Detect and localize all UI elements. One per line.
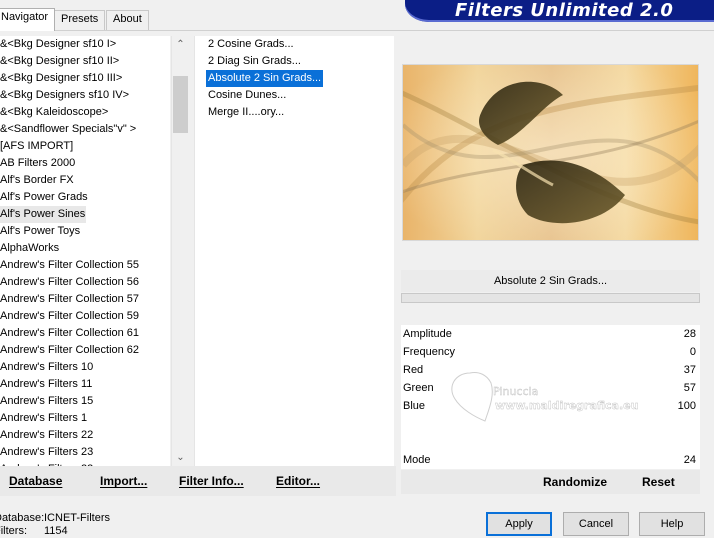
param-row-mode[interactable]: Mode 24 (401, 451, 700, 469)
param-value: 0 (689, 346, 696, 358)
param-label: Amplitude (403, 328, 452, 340)
database-status-value: ICNET-Filters (44, 512, 110, 524)
category-item[interactable]: Andrew's Filter Collection 61 (0, 325, 170, 342)
filter-info-button[interactable]: Filter Info... (179, 474, 244, 488)
category-item[interactable]: Alf's Power Toys (0, 223, 170, 240)
category-item[interactable]: Andrew's Filters 1 (0, 410, 170, 427)
category-item[interactable]: Alf's Power Grads (0, 189, 170, 206)
param-row-blue[interactable]: Blue 100 (401, 397, 700, 415)
category-item[interactable]: &<Sandflower Specials"v" > (0, 121, 170, 138)
param-value: 57 (683, 382, 696, 394)
category-item[interactable]: AB Filters 2000 (0, 155, 170, 172)
title-banner: Filters Unlimited 2.0 (405, 0, 714, 22)
right-button-bar: Randomize Reset (401, 470, 700, 494)
scroll-up-icon[interactable]: ⌃ (172, 36, 189, 53)
category-item[interactable]: [AFS IMPORT] (0, 138, 170, 155)
category-item[interactable]: Alf's Power Sines (0, 206, 86, 223)
filter-item[interactable]: 2 Cosine Grads... (206, 36, 296, 53)
category-item[interactable]: Andrew's Filter Collection 62 (0, 342, 170, 359)
category-item[interactable]: AlphaWorks (0, 240, 170, 257)
tab-bar: Navigator Presets About (0, 0, 400, 31)
param-label: Blue (403, 400, 426, 412)
param-value: 24 (683, 454, 696, 466)
reset-button[interactable]: Reset (642, 475, 675, 489)
category-item[interactable]: Andrew's Filters 22 (0, 427, 170, 444)
param-row-frequency[interactable]: Frequency 0 (401, 343, 700, 361)
param-row-empty (401, 433, 700, 451)
param-label: Green (403, 382, 434, 394)
param-value: 28 (683, 328, 696, 340)
tab-label: Presets (61, 13, 99, 25)
param-value: 37 (683, 364, 696, 376)
scroll-down-icon[interactable]: ⌄ (172, 449, 189, 466)
category-item[interactable]: &<Bkg Designer sf10 II> (0, 53, 170, 70)
filter-item[interactable]: Absolute 2 Sin Grads... (206, 70, 324, 87)
category-item[interactable]: Andrew's Filter Collection 57 (0, 291, 170, 308)
filter-name-display: Absolute 2 Sin Grads... (401, 270, 700, 292)
category-item[interactable]: &<Bkg Kaleidoscope> (0, 104, 170, 121)
help-button[interactable]: Help (639, 512, 705, 536)
tab-navigator[interactable]: Navigator (0, 8, 56, 31)
param-row-empty (401, 415, 700, 433)
database-button[interactable]: Database (9, 474, 62, 488)
category-item[interactable]: Andrew's Filters 11 (0, 376, 170, 393)
param-label: Mode (403, 454, 431, 466)
tab-about[interactable]: About (106, 10, 149, 30)
category-item[interactable]: Andrew's Filters 23 (0, 444, 170, 461)
category-item[interactable]: &<Bkg Designer sf10 III> (0, 70, 170, 87)
category-item[interactable]: Andrew's Filters 10 (0, 359, 170, 376)
filter-list[interactable]: 2 Cosine Grads... 2 Diag Sin Grads... Abso… (194, 36, 394, 466)
param-row-amplitude[interactable]: Amplitude 28 (401, 325, 700, 343)
filter-item[interactable]: Merge II....ory... (206, 104, 286, 121)
tab-label: Navigator (1, 11, 49, 23)
apply-button[interactable]: Apply (486, 512, 552, 536)
scrollbar-thumb[interactable] (173, 76, 188, 133)
category-item[interactable]: &<Bkg Designer sf10 I> (0, 36, 170, 53)
import-button[interactable]: Import... (100, 474, 147, 488)
category-item[interactable]: &<Bkg Designers sf10 IV> (0, 87, 170, 104)
preview-image (403, 65, 698, 240)
tab-presets[interactable]: Presets (54, 10, 106, 30)
category-item[interactable]: Andrew's Filter Collection 56 (0, 274, 170, 291)
param-row-red[interactable]: Red 37 (401, 361, 700, 379)
left-button-bar: Database Import... Filter Info... Editor… (0, 466, 396, 496)
category-item[interactable]: Andrew's Filters 15 (0, 393, 170, 410)
database-status-label: Database: (0, 512, 45, 524)
filter-item[interactable]: Cosine Dunes... (206, 87, 288, 104)
category-item[interactable]: Andrew's Filter Collection 59 (0, 308, 170, 325)
category-item[interactable]: Alf's Border FX (0, 172, 170, 189)
editor-button[interactable]: Editor... (276, 474, 320, 488)
filter-item[interactable]: 2 Diag Sin Grads... (206, 53, 303, 70)
tab-label: About (113, 13, 142, 25)
param-value: 100 (677, 400, 696, 412)
filters-status-value: 1154 (44, 525, 68, 537)
category-item[interactable]: Andrew's Filter Collection 55 (0, 257, 170, 274)
param-label: Red (403, 364, 424, 376)
randomize-button[interactable]: Randomize (543, 475, 607, 489)
category-scrollbar[interactable]: ⌃ ⌄ (171, 36, 188, 466)
filter-preview (402, 64, 699, 241)
filters-status-label: Filters: (0, 525, 27, 537)
category-list[interactable]: &<Bkg Designer sf10 I> &<Bkg Designer sf1… (0, 36, 170, 466)
cancel-button[interactable]: Cancel (563, 512, 629, 536)
param-row-green[interactable]: Green 57 (401, 379, 700, 397)
param-label: Frequency (403, 346, 455, 358)
banner-title: Filters Unlimited 2.0 (455, 0, 674, 21)
progress-bar (401, 293, 700, 303)
